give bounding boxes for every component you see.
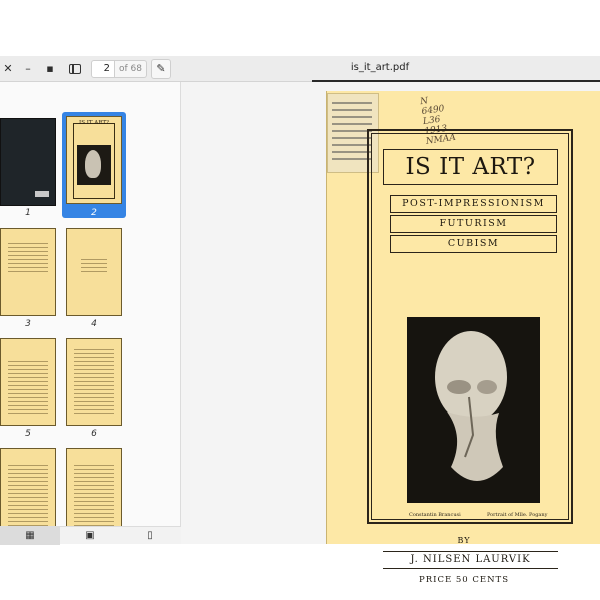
- maximize-button[interactable]: ▪: [42, 61, 58, 77]
- thumbnail-label-5: 5: [25, 429, 31, 439]
- annotate-button[interactable]: ✎: [151, 59, 171, 79]
- thumbnail-label-2: 2: [91, 208, 97, 218]
- pdf-viewer-window: ✕ – ▪ 2 of 68 ✎ is_it_art.pdf 1 IS IT AR…: [0, 56, 600, 585]
- minimize-button[interactable]: –: [20, 61, 36, 77]
- page-thumbnail-8[interactable]: [66, 448, 122, 536]
- tab-annotations[interactable]: ▣: [60, 527, 120, 545]
- close-icon: ✕: [3, 62, 13, 75]
- header-bar: ✕ – ▪ 2 of 68 ✎ is_it_art.pdf: [0, 56, 600, 82]
- thumbnail-cover-title: IS IT ART?: [79, 120, 109, 126]
- cover-subtitle-1: POST-IMPRESSIONISM: [390, 195, 557, 213]
- thumbnail-label-4: 4: [91, 319, 97, 329]
- pdf-page-2: N 6490 L36 1913 NMAA IS IT ART? POST-IMP…: [326, 91, 600, 585]
- page-thumbnail-2[interactable]: IS IT ART?: [66, 116, 122, 204]
- page-thumbnail-6[interactable]: [66, 338, 122, 426]
- bookmark-icon: ▯: [147, 530, 153, 541]
- pencil-icon: ✎: [156, 62, 166, 75]
- thumbnail-label-6: 6: [91, 429, 97, 439]
- tab-bookmarks[interactable]: ▯: [120, 527, 180, 545]
- tab-thumbnails[interactable]: ▦: [0, 527, 60, 545]
- cover-title: IS IT ART?: [383, 149, 558, 185]
- document-title: is_it_art.pdf: [350, 62, 410, 73]
- close-button[interactable]: ✕: [0, 61, 16, 77]
- sidebar-tab-bar: ▦ ▣ ▯: [0, 526, 181, 545]
- page-thumbnail-7[interactable]: [0, 448, 56, 536]
- page-thumbnail-3[interactable]: [0, 228, 56, 316]
- cover-photograph: [407, 317, 540, 503]
- document-viewer[interactable]: N 6490 L36 1913 NMAA IS IT ART? POST-IMP…: [181, 82, 600, 585]
- maximize-icon: ▪: [46, 62, 54, 75]
- cover-subtitle-2: FUTURISM: [390, 215, 557, 233]
- page-thumbnail-4[interactable]: [66, 228, 122, 316]
- cover-subtitle-3: CUBISM: [390, 235, 557, 253]
- by-label: BY: [457, 536, 471, 545]
- page-number-input[interactable]: 2: [91, 60, 115, 78]
- author-name: J. NILSEN LAURVIK: [383, 551, 558, 569]
- thumbnail-label-3: 3: [25, 319, 31, 329]
- page-total-label: of 68: [115, 60, 147, 78]
- price-label: PRICE 50 CENTS: [418, 575, 510, 585]
- photo-caption-right: Portrait of Mlle. Pogany: [487, 512, 548, 518]
- minimize-icon: –: [25, 62, 31, 75]
- photo-caption-left: Constantin Brancusi: [409, 512, 461, 518]
- sidebar-toggle-button[interactable]: [64, 59, 86, 79]
- grid-icon: ▦: [25, 530, 35, 541]
- page-thumbnail-5[interactable]: [0, 338, 56, 426]
- thumbnail-sidebar: 1 IS IT ART? 2 3 4 5 6 7 8 ▦ ▣ ▯: [0, 82, 181, 545]
- page-thumbnail-1[interactable]: [0, 118, 56, 206]
- comment-icon: ▣: [85, 530, 95, 541]
- thumbnail-label-1: 1: [25, 208, 31, 218]
